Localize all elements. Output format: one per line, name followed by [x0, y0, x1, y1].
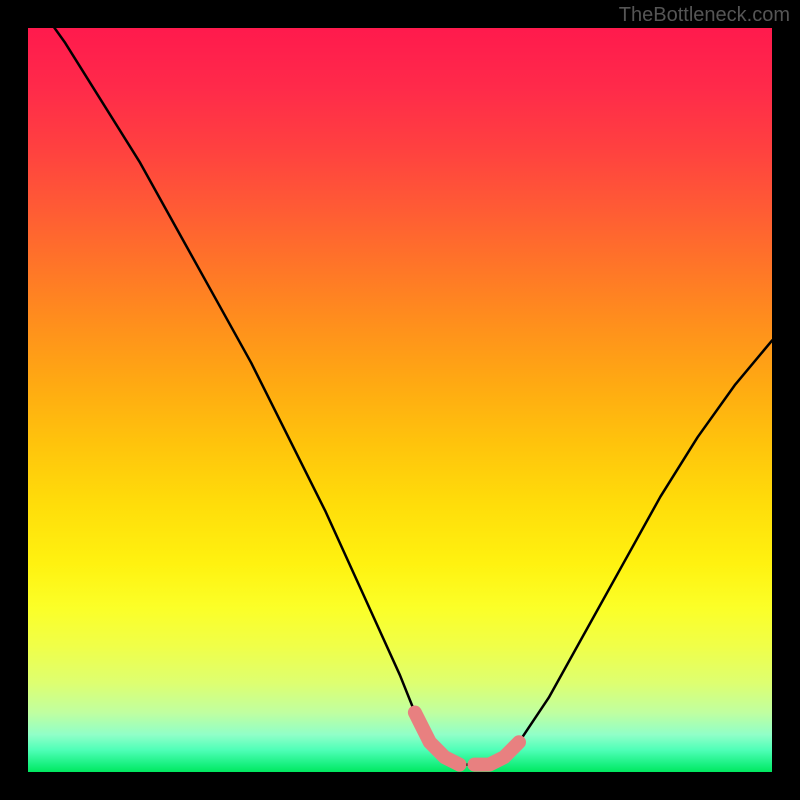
bottleneck-curve	[28, 28, 772, 765]
chart-plot-area	[28, 28, 772, 772]
curve-svg	[28, 28, 772, 772]
optimal-highlight-left	[415, 713, 460, 765]
attribution-text: TheBottleneck.com	[619, 4, 790, 27]
optimal-highlight-right	[474, 742, 519, 764]
